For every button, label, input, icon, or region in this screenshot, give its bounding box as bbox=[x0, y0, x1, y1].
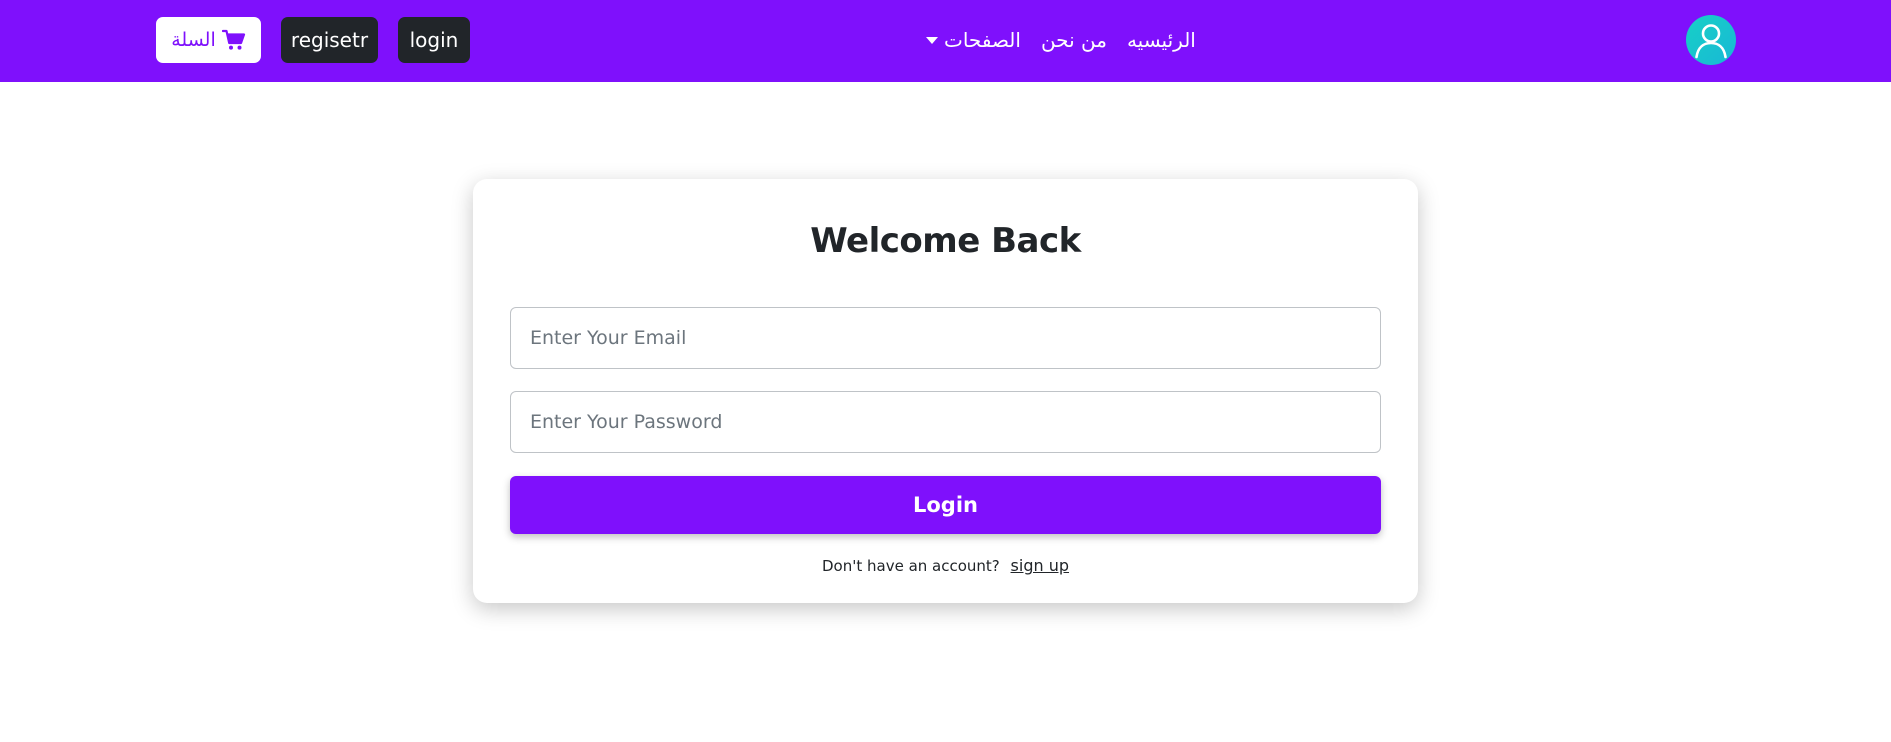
signup-prompt: Don't have an account? bbox=[821, 557, 1000, 575]
login-title: Welcome Back bbox=[810, 221, 1081, 261]
email-field[interactable] bbox=[510, 307, 1381, 369]
nav-link-about[interactable]: من نحن bbox=[1041, 28, 1107, 52]
login-nav-button[interactable]: login bbox=[398, 17, 470, 63]
top-navbar: السلة regisetr login الصفحات من نحن الرئ… bbox=[0, 0, 1891, 82]
cart-button[interactable]: السلة bbox=[156, 17, 261, 63]
nav-pages-dropdown[interactable]: الصفحات bbox=[926, 28, 1021, 52]
register-button[interactable]: regisetr bbox=[281, 17, 378, 63]
signup-prompt-line: Don't have an account? sign up bbox=[473, 556, 1418, 575]
user-avatar-icon[interactable] bbox=[1686, 15, 1736, 65]
cart-label: السلة bbox=[171, 29, 216, 51]
login-card: Welcome Back Login Don't have an account… bbox=[473, 179, 1418, 603]
main-nav: الصفحات من نحن الرئيسيه bbox=[926, 22, 1196, 58]
nav-pages-label: الصفحات bbox=[944, 28, 1021, 52]
signup-link[interactable]: sign up bbox=[1011, 556, 1069, 575]
login-submit-button[interactable]: Login bbox=[510, 476, 1381, 534]
shopping-cart-icon bbox=[221, 29, 245, 50]
person-icon bbox=[1695, 24, 1727, 59]
password-field[interactable] bbox=[510, 391, 1381, 453]
caret-down-icon bbox=[926, 36, 938, 44]
navbar-actions: السلة regisetr login bbox=[156, 17, 470, 63]
nav-link-home[interactable]: الرئيسيه bbox=[1127, 28, 1196, 52]
